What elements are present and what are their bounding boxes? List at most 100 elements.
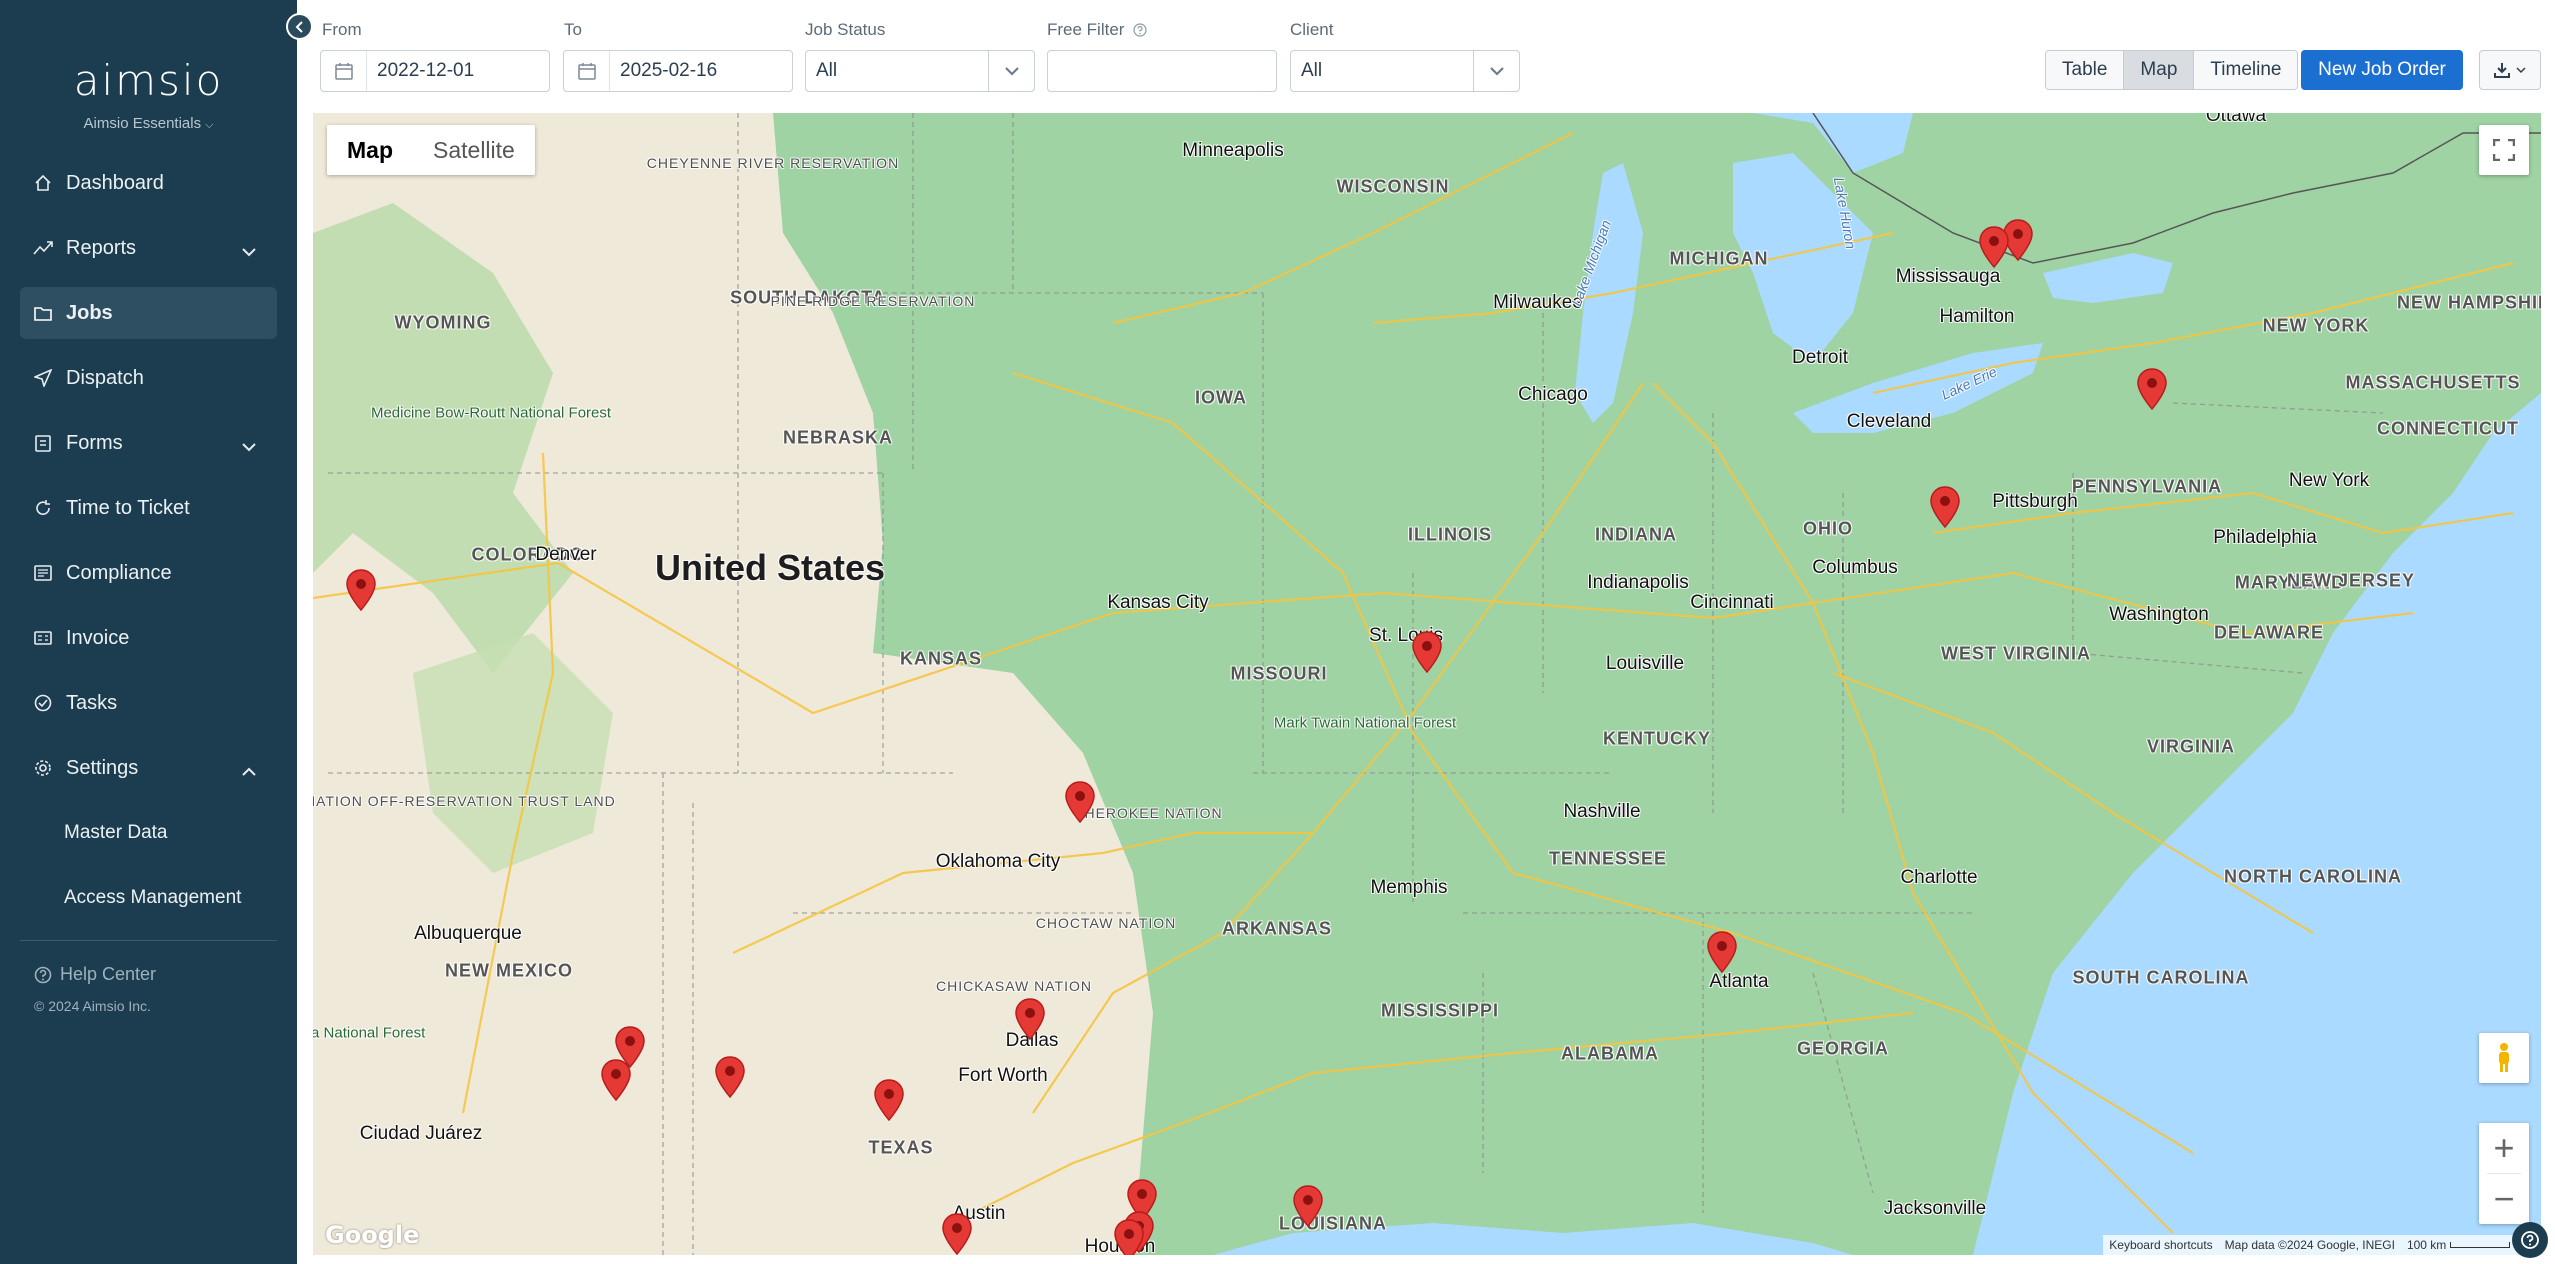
plan-selector[interactable]: Aimsio Essentials ⌵ [0, 115, 297, 132]
map-pin-icon [1412, 631, 1442, 674]
job-marker[interactable] [1015, 998, 1045, 1041]
tab-table[interactable]: Table [2046, 51, 2125, 89]
map-pin-icon [715, 1056, 745, 1099]
sidebar-item-invoice[interactable]: Invoice [20, 612, 277, 664]
state-label: NEW HAMPSHIRE [2396, 292, 2541, 313]
city-label: Hamilton [1939, 306, 2015, 327]
job-marker[interactable] [1293, 1185, 1323, 1228]
job-marker[interactable] [942, 1213, 972, 1255]
google-logo: Google [325, 1221, 420, 1249]
sidebar-item-access-management[interactable]: Access Management [20, 872, 277, 924]
sidebar-item-compliance[interactable]: Compliance [20, 547, 277, 599]
sidebar-item-tasks[interactable]: Tasks [20, 677, 277, 729]
state-label: DELAWARE [2213, 622, 2325, 643]
map-terrain [313, 113, 2541, 1255]
region-label: NAVAJO NATION OFF-RESERVATION TRUST LAND [313, 793, 616, 809]
free-filter-input[interactable] [1047, 50, 1277, 92]
city-label: Jacksonville [1883, 1198, 1987, 1219]
sidebar-item-time-to-ticket[interactable]: Time to Ticket [20, 482, 277, 534]
free-filter-label: Free Filter [1047, 20, 1147, 40]
sidebar-item-jobs[interactable]: Jobs [20, 287, 277, 339]
job-marker[interactable] [601, 1059, 631, 1102]
newspaper-icon [32, 562, 54, 584]
job-marker[interactable] [1979, 226, 2009, 269]
sidebar-item-master-data[interactable]: Master Data [20, 807, 277, 859]
region-label: PINE RIDGE RESERVATION [770, 293, 976, 309]
calendar-icon [564, 51, 610, 91]
scale-label: 100 km [2406, 1238, 2447, 1252]
scale-bar[interactable]: 100 km [2401, 1235, 2516, 1255]
zoom-out-button[interactable]: − [2479, 1174, 2529, 1224]
sidebar-nav: Dashboard Reports Jobs Dispatch Forms Ti… [20, 157, 277, 937]
map-type-map-button[interactable]: Map [327, 125, 413, 175]
state-label: PENNSYLVANIA [2071, 476, 2223, 497]
map-attribution: Keyboard shortcuts Map data ©2024 Google… [2103, 1235, 2541, 1255]
map-pin-icon [1979, 226, 2009, 269]
city-label: Chicago [1518, 384, 1588, 405]
job-marker[interactable] [1114, 1219, 1144, 1255]
state-label: VIRGINIA [2146, 736, 2236, 757]
job-marker[interactable] [1065, 781, 1095, 824]
job-marker[interactable] [715, 1056, 745, 1099]
map-pin-icon [1707, 931, 1737, 974]
sidebar-item-label: Reports [66, 236, 137, 259]
aimsio-logo[interactable]: aimsio [0, 56, 297, 105]
zoom-in-button[interactable]: + [2479, 1123, 2529, 1173]
export-button[interactable] [2479, 50, 2541, 90]
sidebar-item-label: Tasks [66, 691, 118, 714]
fullscreen-button[interactable] [2479, 125, 2529, 175]
sidebar-item-dispatch[interactable]: Dispatch [20, 352, 277, 404]
to-label: To [564, 20, 582, 39]
chevron-down-icon [2516, 66, 2526, 73]
jobs-map[interactable]: United States SOUTH DAKOTA WYOMING NEBRA… [313, 113, 2541, 1255]
region-label: CHEROKEE NATION [1073, 805, 1223, 821]
sidebar-item-settings[interactable]: Settings [20, 742, 277, 794]
sidebar-item-forms[interactable]: Forms [20, 417, 277, 469]
help-center-link[interactable]: Help Center [34, 964, 156, 985]
job-marker[interactable] [1412, 631, 1442, 674]
city-label: Nashville [1563, 801, 1641, 822]
state-label: MISSISSIPPI [1380, 1000, 1500, 1021]
tab-map[interactable]: Map [2124, 51, 2195, 89]
state-label: ALABAMA [1561, 1043, 1659, 1064]
client-select[interactable]: All [1290, 50, 1520, 92]
job-status-select[interactable]: All [805, 50, 1035, 92]
sidebar-collapse-button[interactable] [286, 13, 313, 40]
to-date-input[interactable]: 2025-02-16 [563, 50, 793, 92]
city-label: Mississauga [1895, 266, 2001, 287]
help-circle-icon [1133, 23, 1147, 37]
keyboard-shortcuts-link[interactable]: Keyboard shortcuts [2103, 1235, 2218, 1255]
job-marker[interactable] [874, 1079, 904, 1122]
from-date-input[interactable]: 2022-12-01 [320, 50, 550, 92]
gear-icon [32, 757, 54, 779]
street-view-button[interactable] [2479, 1033, 2529, 1083]
map-pin-icon [1293, 1185, 1323, 1228]
tab-timeline[interactable]: Timeline [2194, 51, 2298, 89]
city-label: Pittsburgh [1992, 491, 2078, 512]
sidebar-item-dashboard[interactable]: Dashboard [20, 157, 277, 209]
state-label: NEW YORK [2262, 315, 2370, 336]
city-label: Oklahoma City [935, 851, 1061, 872]
send-icon [32, 367, 54, 389]
help-chat-button[interactable] [2512, 1222, 2548, 1258]
map-type-satellite-button[interactable]: Satellite [413, 125, 535, 175]
state-label: MICHIGAN [1669, 248, 1769, 269]
sidebar-item-label: Dispatch [66, 366, 144, 389]
job-marker[interactable] [1930, 486, 1960, 529]
folder-icon [32, 302, 54, 324]
map-pin-icon [601, 1059, 631, 1102]
region-label: CHOCTAW NATION [1035, 915, 1177, 931]
job-marker[interactable] [1707, 931, 1737, 974]
new-job-order-button[interactable]: New Job Order [2301, 50, 2463, 90]
city-label: Philadelphia [2213, 527, 2317, 548]
sidebar-item-reports[interactable]: Reports [20, 222, 277, 274]
state-label: IOWA [1195, 387, 1247, 408]
chevron-down-icon [988, 51, 1034, 91]
check-circle-icon [32, 692, 54, 714]
job-marker[interactable] [346, 569, 376, 612]
map-pin-icon [942, 1213, 972, 1255]
city-label: Indianapolis [1587, 572, 1689, 593]
job-marker[interactable] [2137, 368, 2167, 411]
region-label: CHEYENNE RIVER RESERVATION [646, 155, 900, 171]
fullscreen-icon [2493, 139, 2515, 161]
